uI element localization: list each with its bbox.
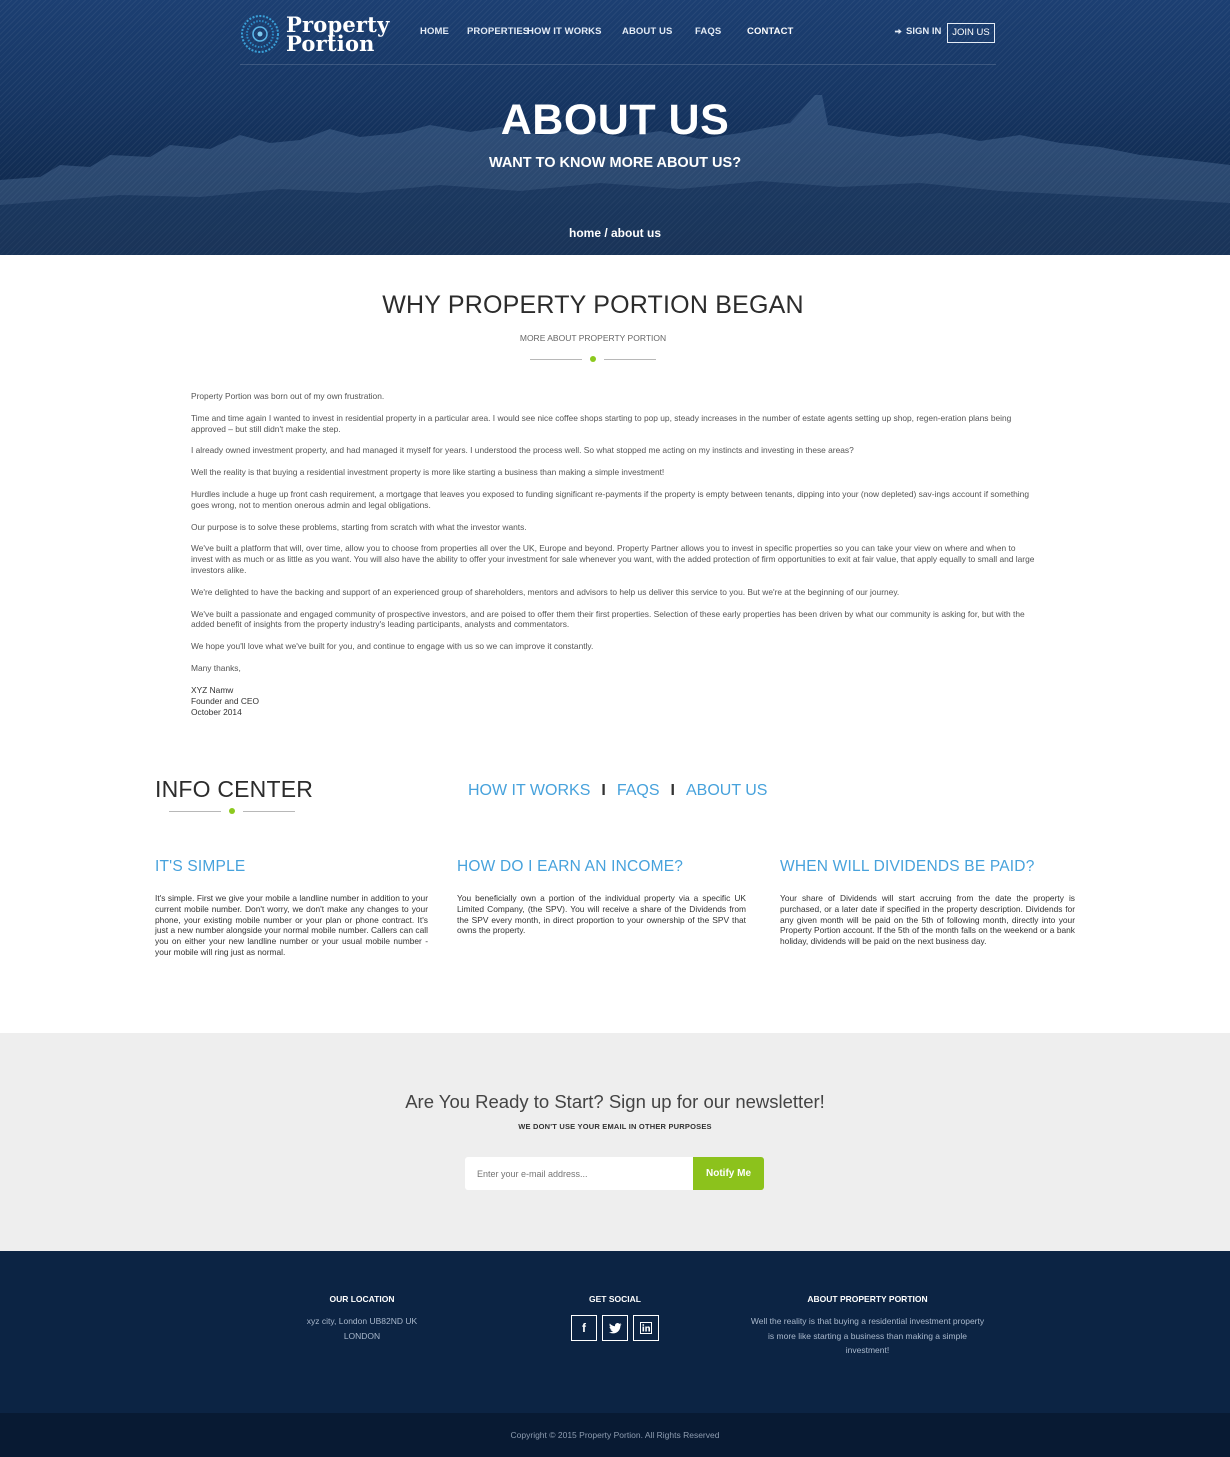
footer-about: ABOUT PROPERTY PORTION Well the reality … <box>750 1294 985 1358</box>
footer-about-text: Well the reality is that buying a reside… <box>750 1316 985 1355</box>
sign-in-icon <box>894 28 902 35</box>
copyright-bar: Copyright © 2015 Property Portion. All R… <box>0 1413 1230 1457</box>
twitter-icon[interactable] <box>602 1315 628 1341</box>
letter-paragraph: Property Portion was born out of my own … <box>191 391 385 401</box>
footer-city-line: LONDON <box>343 1330 381 1341</box>
hero-banner: Property Portion HOME PROPERTIES HOW IT … <box>0 0 1230 255</box>
logo-emblem-icon <box>241 15 279 53</box>
section-title-why: WHY PROPERTY PORTION BEGAN <box>382 291 804 319</box>
footer-location-title: OUR LOCATION <box>329 1294 395 1304</box>
link-separator: I <box>601 782 606 799</box>
letter-paragraph: We're delighted to have the backing and … <box>191 586 900 597</box>
join-us-button[interactable]: JOIN US <box>947 23 995 43</box>
facebook-icon[interactable]: f <box>571 1315 597 1341</box>
footer-social: GET SOCIAL f <box>515 1294 715 1341</box>
nav-faqs[interactable]: FAQS <box>695 26 721 37</box>
signature-name: XYZ Namw <box>191 685 234 695</box>
footer-address-line: xyz city, London UB82ND UK <box>306 1316 418 1326</box>
info-center-title: INFO CENTER <box>155 776 314 802</box>
info-column-income: HOW DO I EARN AN INCOME? You beneficiall… <box>457 858 746 936</box>
info-center-divider <box>169 808 295 816</box>
info-column-simple: IT'S SIMPLE It's simple. First we give y… <box>155 858 428 958</box>
brand-logo[interactable]: Property Portion <box>240 14 389 54</box>
info-column-text: You beneficially own a portion of the in… <box>457 893 746 936</box>
letter-paragraph: We've built a passionate and engaged com… <box>191 608 1025 630</box>
letter-paragraph: Well the reality is that buying a reside… <box>191 467 665 478</box>
newsletter-title: Are You Ready to Start? Sign up for our … <box>405 1091 825 1112</box>
nav-about-us[interactable]: ABOUT US <box>622 26 672 37</box>
footer-social-title: GET SOCIAL <box>589 1294 641 1304</box>
newsletter-subtitle: WE DON'T USE YOUR EMAIL IN OTHER PURPOSE… <box>518 1122 712 1131</box>
newsletter-email-input[interactable] <box>465 1157 693 1190</box>
page-subtitle: WANT TO KNOW MORE ABOUT US? <box>488 155 742 171</box>
sign-in-link[interactable]: SIGN IN <box>894 26 941 37</box>
letter-paragraph: Hurdles include a huge up front cash req… <box>191 488 1029 510</box>
nav-properties[interactable]: PROPERTIES <box>467 26 529 37</box>
info-column-title: WHEN WILL DIVIDENDS BE PAID? <box>780 858 1035 875</box>
info-column-text: It's simple. First we give your mobile a… <box>155 893 428 957</box>
breadcrumb[interactable]: home / about us <box>0 226 1230 240</box>
letter-signature: XYZ Namw Founder and CEO October 2014 <box>191 685 259 717</box>
linkedin-icon[interactable] <box>633 1315 659 1341</box>
info-link-about-us[interactable]: ABOUT US <box>686 782 768 799</box>
info-link-faqs[interactable]: FAQS <box>617 782 660 799</box>
footer-about-title: ABOUT PROPERTY PORTION <box>807 1294 928 1304</box>
letter-paragraph: I already owned investment property, and… <box>191 445 854 456</box>
letter-paragraph: Our purpose is to solve these problems, … <box>191 521 527 532</box>
letter-paragraph: We've built a platform that will, over t… <box>191 543 1035 575</box>
section-divider <box>530 356 656 364</box>
nav-how-it-works[interactable]: HOW IT WORKS <box>527 26 602 37</box>
info-center-links: HOW IT WORKS I FAQS I ABOUT US <box>468 782 767 800</box>
info-link-how-it-works[interactable]: HOW IT WORKS <box>468 782 590 799</box>
info-column-title: HOW DO I EARN AN INCOME? <box>457 858 684 875</box>
sign-in-label: SIGN IN <box>906 26 942 37</box>
brand-line-2: Portion <box>286 31 375 56</box>
founder-letter: Property Portion was born out of my own … <box>191 391 1037 685</box>
signature-role: Founder and CEO <box>191 695 259 706</box>
letter-paragraph: We hope you'll love what we've built for… <box>191 641 594 652</box>
info-column-text: Your share of Dividends will start accru… <box>780 893 1075 947</box>
notify-me-button[interactable]: Notify Me <box>693 1157 764 1190</box>
section-subtitle-why: MORE ABOUT PROPERTY PORTION <box>519 333 667 343</box>
nav-divider <box>240 64 996 65</box>
signature-date: October 2014 <box>191 706 242 717</box>
letter-paragraph: Many thanks, <box>191 662 241 673</box>
site-footer: OUR LOCATION xyz city, London UB82ND UK … <box>0 1251 1230 1413</box>
page-title: ABOUT US <box>500 96 730 144</box>
link-separator: I <box>670 782 675 799</box>
letter-paragraph: Time and time again I wanted to invest i… <box>191 412 1012 434</box>
brand-wordmark: Property Portion <box>286 14 389 56</box>
info-column-dividends: WHEN WILL DIVIDENDS BE PAID? Your share … <box>780 858 1075 947</box>
newsletter-section: Are You Ready to Start? Sign up for our … <box>0 1033 1230 1251</box>
nav-home[interactable]: HOME <box>420 26 449 37</box>
nav-contact[interactable]: CONTACT <box>747 26 793 37</box>
info-column-title: IT'S SIMPLE <box>155 858 246 875</box>
footer-location: OUR LOCATION xyz city, London UB82ND UK … <box>262 1294 462 1343</box>
